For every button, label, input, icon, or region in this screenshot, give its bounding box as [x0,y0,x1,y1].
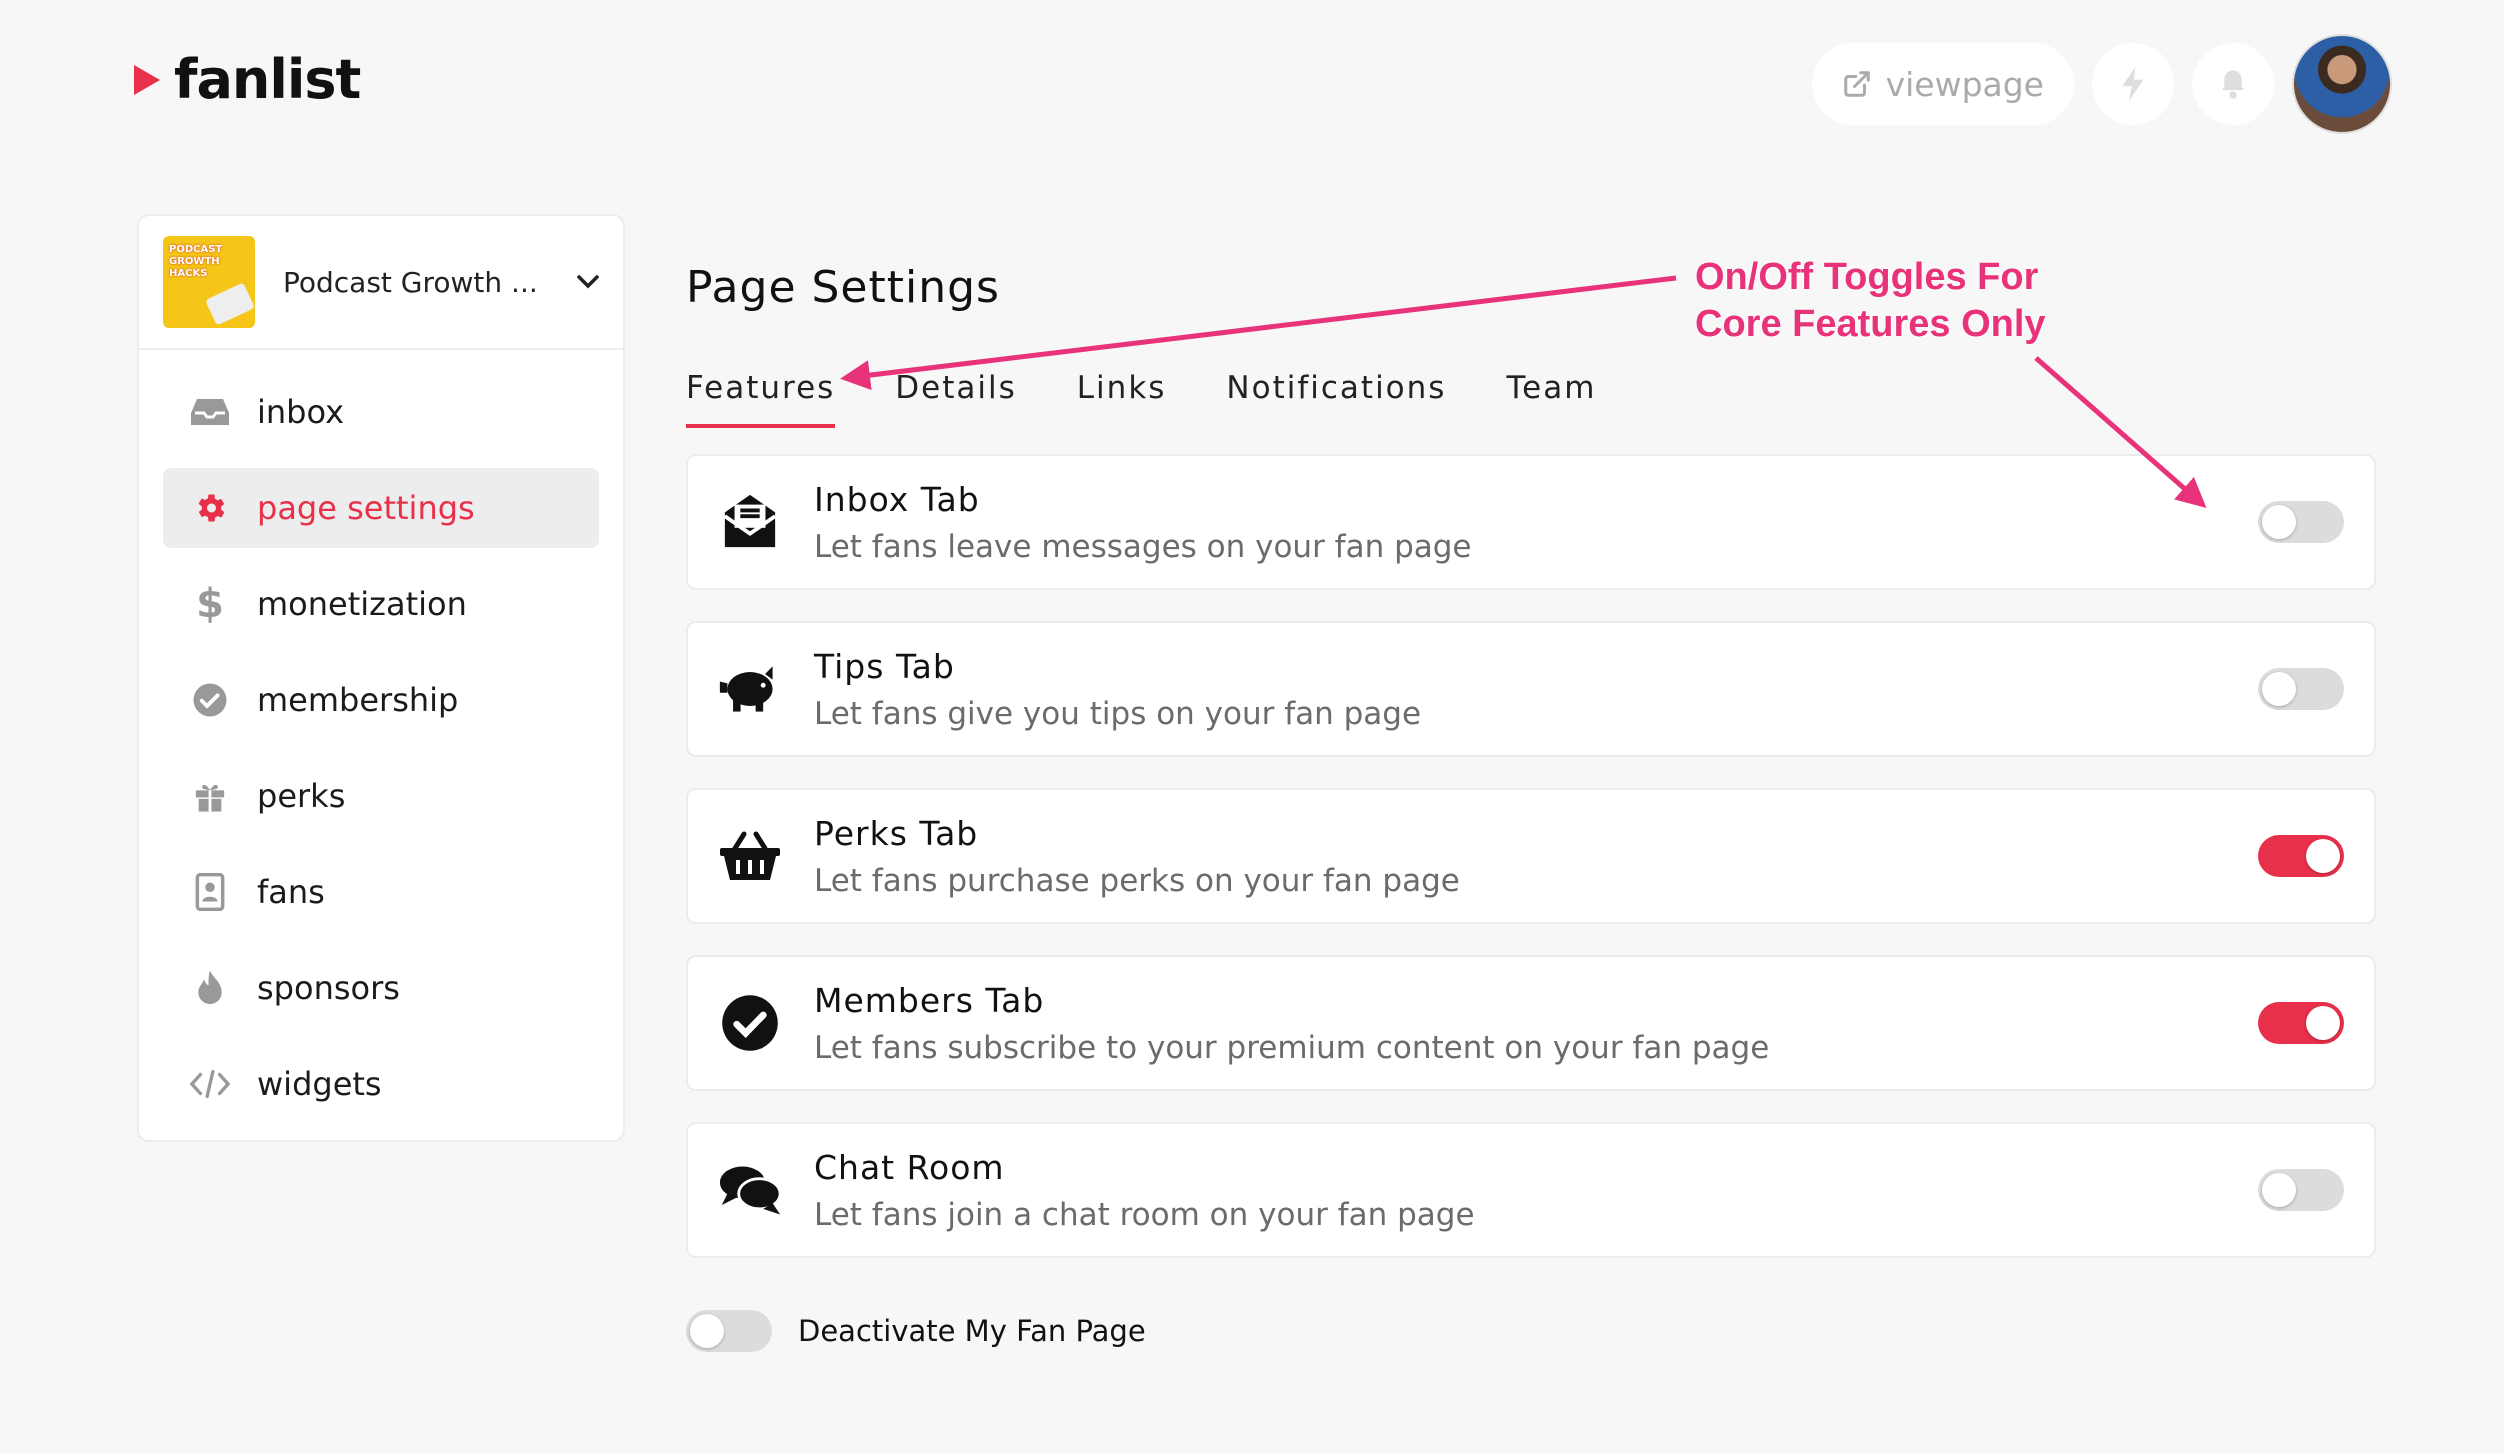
deactivate-toggle[interactable] [686,1310,772,1352]
page-title: Page Settings [686,262,1000,313]
feature-members-tab: Members Tab Let fans subscribe to your p… [686,955,2376,1091]
tab-notifications[interactable]: Notifications [1226,370,1446,428]
chat-room-toggle[interactable] [2258,1169,2344,1211]
feature-description: Let fans give you tips on your fan page [814,695,1422,732]
perks-tab-toggle[interactable] [2258,835,2344,877]
account-name: Podcast Growth ... [283,265,538,299]
code-icon [189,1069,231,1099]
feature-description: Let fans purchase perks on your fan page [814,862,1460,899]
feature-description: Let fans subscribe to your premium conte… [814,1029,1770,1066]
brand-name: fanlist [174,48,361,111]
tab-details[interactable]: Details [895,370,1016,428]
flame-icon [198,970,222,1005]
deactivate-fan-page: Deactivate My Fan Page [686,1310,1146,1352]
deactivate-label: Deactivate My Fan Page [798,1314,1146,1348]
sidebar-item-widgets[interactable]: widgets [163,1044,599,1124]
viewpage-label: viewpage [1885,64,2044,104]
shopping-basket-icon [720,831,780,880]
piggy-bank-icon [719,666,773,712]
user-avatar[interactable] [2292,34,2392,134]
sidebar-item-sponsors[interactable]: sponsors [163,948,599,1028]
sidebar-item-page-settings[interactable]: page settings [163,468,599,548]
annotation-callout: On/Off Toggles For Core Features Only [1695,254,2046,348]
tips-tab-toggle[interactable] [2258,668,2344,710]
feature-perks-tab: Perks Tab Let fans purchase perks on you… [686,788,2376,924]
sidebar-item-label: fans [257,873,325,911]
feature-tips-tab: Tips Tab Let fans give you tips on your … [686,621,2376,757]
notifications-button[interactable] [2192,43,2274,125]
fanlist-logo[interactable]: fanlist [134,48,361,111]
sidebar-item-inbox[interactable]: inbox [163,372,599,452]
thumbnail-text: PODCAST GROWTH HACKS [169,244,223,279]
bolt-button[interactable] [2092,43,2174,125]
feature-inbox-tab: Inbox Tab Let fans leave messages on you… [686,454,2376,590]
feature-title: Members Tab [814,980,1045,1020]
sidebar: PODCAST GROWTH HACKS Podcast Growth ... … [137,214,625,1142]
feature-list: Inbox Tab Let fans leave messages on you… [686,454,2376,1289]
account-switcher[interactable]: PODCAST GROWTH HACKS Podcast Growth ... [139,216,623,350]
feature-title: Perks Tab [814,813,979,853]
feature-title: Inbox Tab [814,479,980,519]
sidebar-item-label: monetization [257,585,467,623]
settings-tabs: Features Details Links Notifications Tea… [686,370,1596,428]
sidebar-item-label: page settings [257,489,475,527]
chevron-down-icon[interactable] [577,275,599,289]
contact-card-icon [195,873,225,911]
tab-links[interactable]: Links [1077,370,1167,428]
sidebar-item-label: perks [257,777,346,815]
external-link-icon [1843,71,1870,97]
top-actions: viewpage [1811,34,2392,134]
bell-icon [2221,70,2245,99]
inbox-icon [191,399,229,425]
sidebar-item-label: sponsors [257,969,400,1007]
sidebar-item-fans[interactable]: fans [163,852,599,932]
lightning-icon [2122,67,2144,101]
feature-chat-room: Chat Room Let fans join a chat room on y… [686,1122,2376,1258]
dollar-icon: $ [196,581,224,627]
viewpage-button[interactable]: viewpage [1811,43,2074,125]
comments-icon [719,1166,782,1215]
play-icon [134,64,160,95]
sidebar-item-monetization[interactable]: $ monetization [163,564,599,644]
annotation-line-1: On/Off Toggles For [1695,256,2039,298]
members-tab-toggle[interactable] [2258,1002,2344,1044]
megaphone-graphic [205,282,255,326]
annotation-line-2: Core Features Only [1695,303,2046,345]
feature-title: Chat Room [814,1147,1005,1187]
feature-description: Let fans leave messages on your fan page [814,528,1472,565]
tab-team[interactable]: Team [1506,370,1596,428]
feature-description: Let fans join a chat room on your fan pa… [814,1196,1475,1233]
tab-features[interactable]: Features [686,370,836,428]
gear-icon [198,494,225,522]
sidebar-nav: inbox page settings $ monetization membe… [139,350,623,1162]
inbox-tab-toggle[interactable] [2258,501,2344,543]
feature-title: Tips Tab [814,646,955,686]
podcast-thumbnail: PODCAST GROWTH HACKS [163,236,255,328]
sidebar-item-membership[interactable]: membership [163,660,599,740]
sidebar-item-perks[interactable]: perks [163,756,599,836]
check-circle-icon [193,683,227,717]
check-circle-icon [722,995,778,1051]
sidebar-item-label: membership [257,681,459,719]
envelope-open-icon [723,494,777,548]
sidebar-item-label: widgets [257,1065,382,1103]
gift-icon [195,784,225,812]
sidebar-item-label: inbox [257,393,345,431]
